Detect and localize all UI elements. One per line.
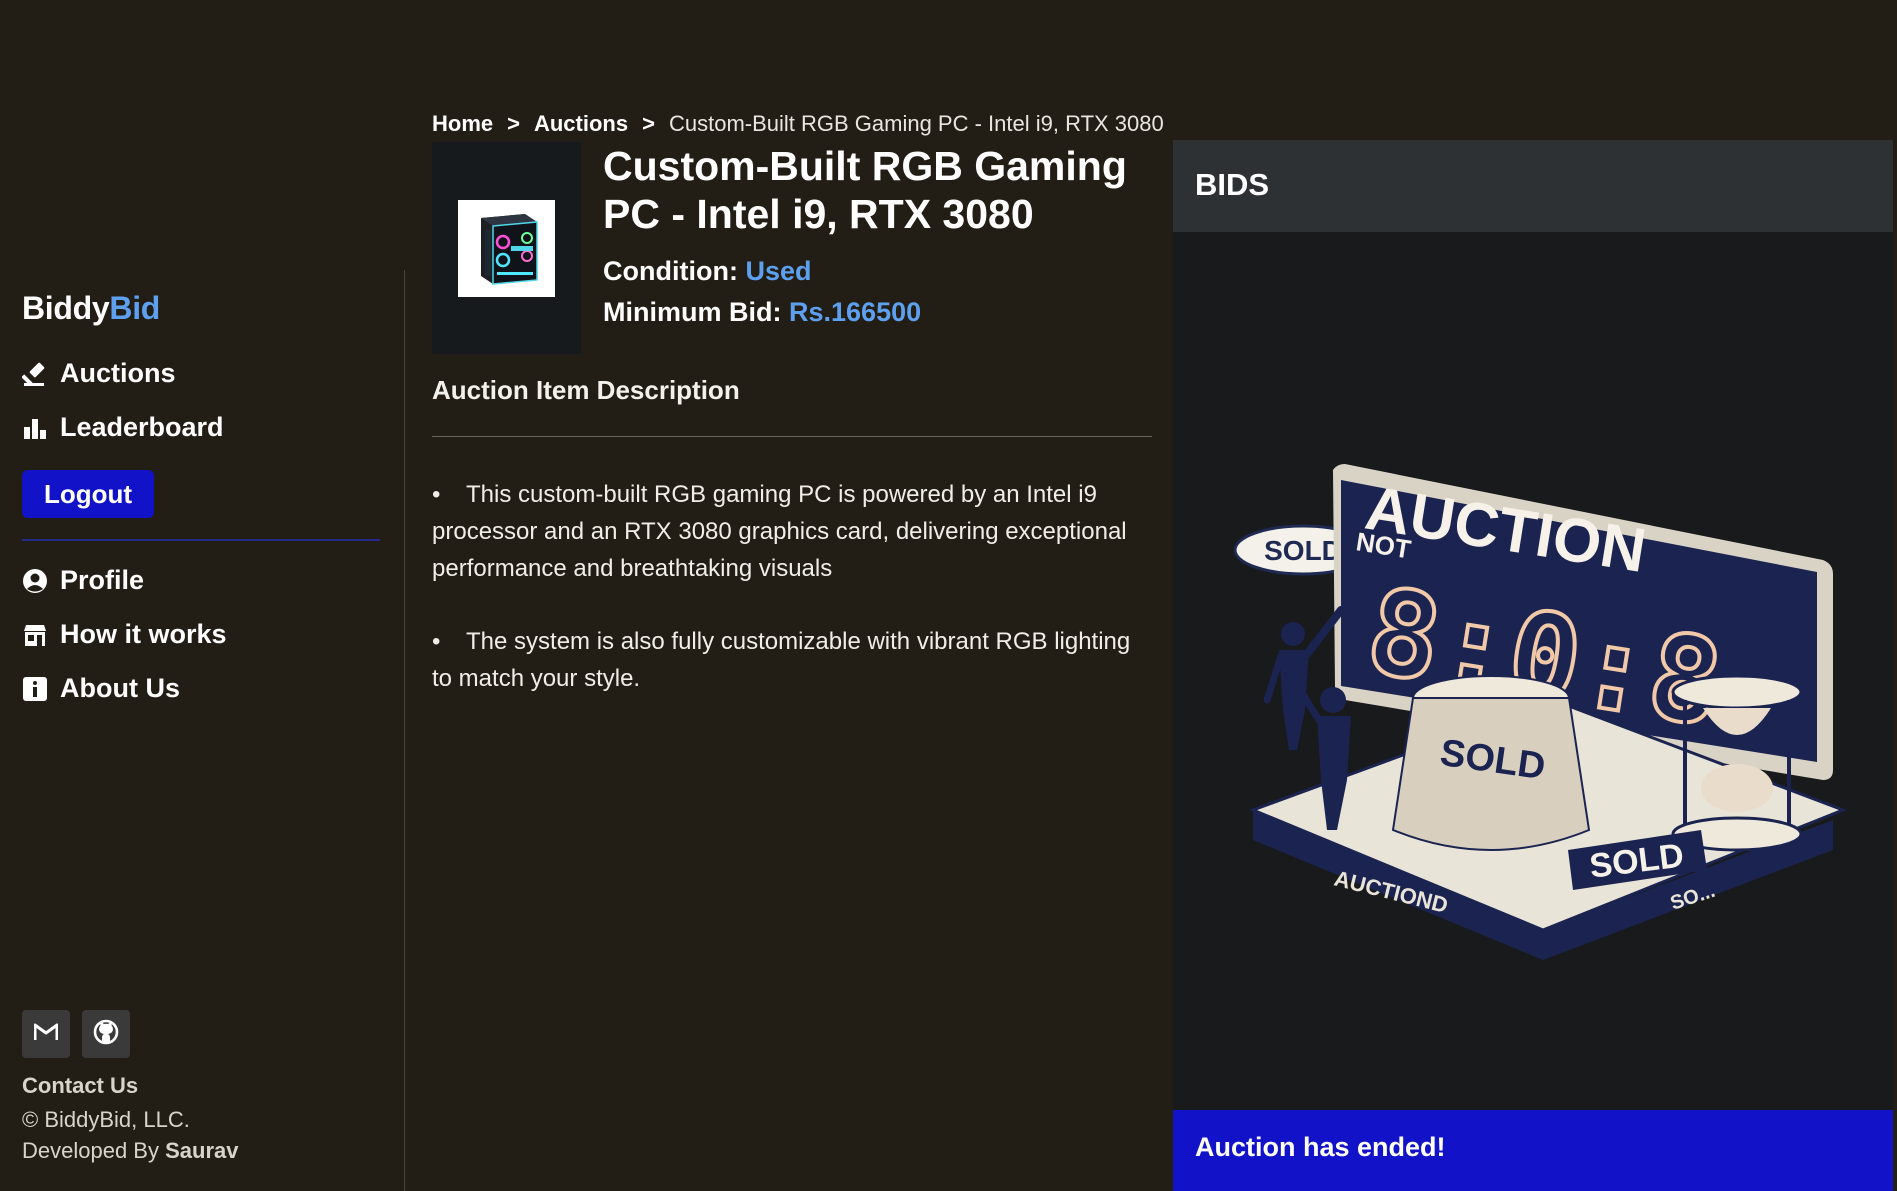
item-title: Custom-Built RGB Gaming PC - Intel i9, R… [603,143,1127,237]
description-text: The system is also fully customizable wi… [432,628,1131,692]
store-icon [22,622,48,648]
auction-status-text: Auction has ended! [1195,1132,1446,1162]
info-icon [22,676,48,702]
minimum-bid-value: Rs.166500 [789,297,922,327]
description-heading: Auction Item Description [432,375,740,405]
description-text: This custom-built RGB gaming PC is power… [432,481,1127,582]
contact-us-link[interactable]: Contact Us [22,1073,138,1099]
brand-part-2: Bid [109,290,161,326]
bar-chart-icon [22,415,48,441]
developer-name[interactable]: Saurav [165,1138,238,1163]
item-minimum-bid: Minimum Bid: Rs.166500 [603,297,921,328]
description-divider [432,436,1152,437]
bids-panel: BIDS SOLD AUCTION NOT 8:0:8 AUCTIOND SO.… [1173,140,1893,1191]
auction-ended-illustration: SOLD AUCTION NOT 8:0:8 AUCTIOND SO... SO… [1233,310,1873,990]
user-circle-icon [22,568,48,594]
gmail-icon [33,1023,59,1046]
minimum-bid-label: Minimum Bid: [603,297,782,327]
sidebar-item-how-it-works[interactable]: How it works [22,619,227,650]
brand-logo[interactable]: BiddyBid [22,290,160,327]
item-thumbnail[interactable] [432,142,581,354]
developer-credit: Developed By Saurav [22,1138,239,1164]
sidebar-divider [22,539,380,541]
breadcrumb: Home > Auctions > Custom-Built RGB Gamin… [432,111,1164,137]
auction-status-bar: Auction has ended! [1173,1110,1893,1191]
developer-prefix: Developed By [22,1138,159,1163]
gmail-button[interactable] [22,1010,70,1058]
illustration-text: SOLD [1264,535,1342,566]
condition-value: Used [745,256,812,286]
bullet: • [432,481,441,508]
bullet: • [432,628,441,655]
breadcrumb-current: Custom-Built RGB Gaming PC - Intel i9, R… [668,111,1164,136]
description-item: • The system is also fully customizable w… [432,623,1152,697]
logout-button[interactable]: Logout [22,470,154,518]
copyright-text: © BiddyBid, LLC. [22,1107,190,1132]
breadcrumb-separator: > [642,111,655,136]
sidebar-item-about-us[interactable]: About Us [22,673,180,704]
github-icon [93,1019,119,1050]
sidebar-item-profile[interactable]: Profile [22,565,144,596]
sidebar-item-label: How it works [60,619,227,649]
sidebar-item-label: Profile [60,565,145,595]
brand-part-1: Biddy [22,290,110,326]
breadcrumb-separator: > [507,111,520,136]
sidebar-item-label: About Us [60,673,180,703]
breadcrumb-auctions[interactable]: Auctions [534,111,628,137]
sidebar-item-leaderboard[interactable]: Leaderboard [22,412,224,443]
sidebar-item-label: Leaderboard [60,412,224,442]
condition-label: Condition: [603,256,738,286]
gavel-icon [22,361,48,387]
social-links [22,1010,130,1058]
sidebar-item-auctions[interactable]: Auctions [22,358,176,389]
item-condition: Condition: Used [603,256,812,287]
sidebar-border [404,270,405,1191]
gaming-pc-image [458,199,555,297]
breadcrumb-home[interactable]: Home [432,111,493,137]
bids-header: BIDS [1173,140,1893,232]
sidebar-item-label: Auctions [60,358,176,388]
description-item: • This custom-built RGB gaming PC is powe… [432,476,1152,587]
covered-item: SOLD [1391,675,1591,851]
github-button[interactable] [82,1010,130,1058]
sidebar: BiddyBid Auctions Leaderboard Logout Pro… [0,0,405,1191]
bids-title: BIDS [1195,167,1270,202]
